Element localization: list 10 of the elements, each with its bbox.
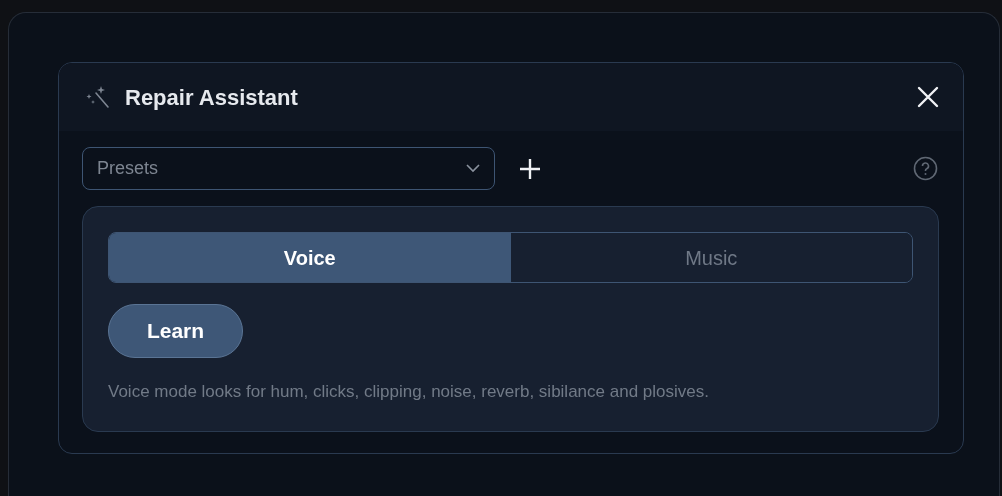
dialog-title: Repair Assistant	[125, 83, 298, 112]
learn-button[interactable]: Learn	[108, 304, 243, 358]
mode-description: Voice mode looks for hum, clicks, clipping, noise, reverb, sibilance and plosives.	[108, 381, 710, 403]
chevron-down-icon	[466, 164, 480, 173]
add-button[interactable]	[519, 157, 541, 180]
help-icon[interactable]	[913, 156, 938, 181]
close-button[interactable]	[917, 86, 939, 108]
mode-tab[interactable]: Voice	[109, 233, 511, 282]
magic-wand-icon	[85, 84, 111, 110]
presets-dropdown[interactable]: Presets	[82, 147, 495, 190]
